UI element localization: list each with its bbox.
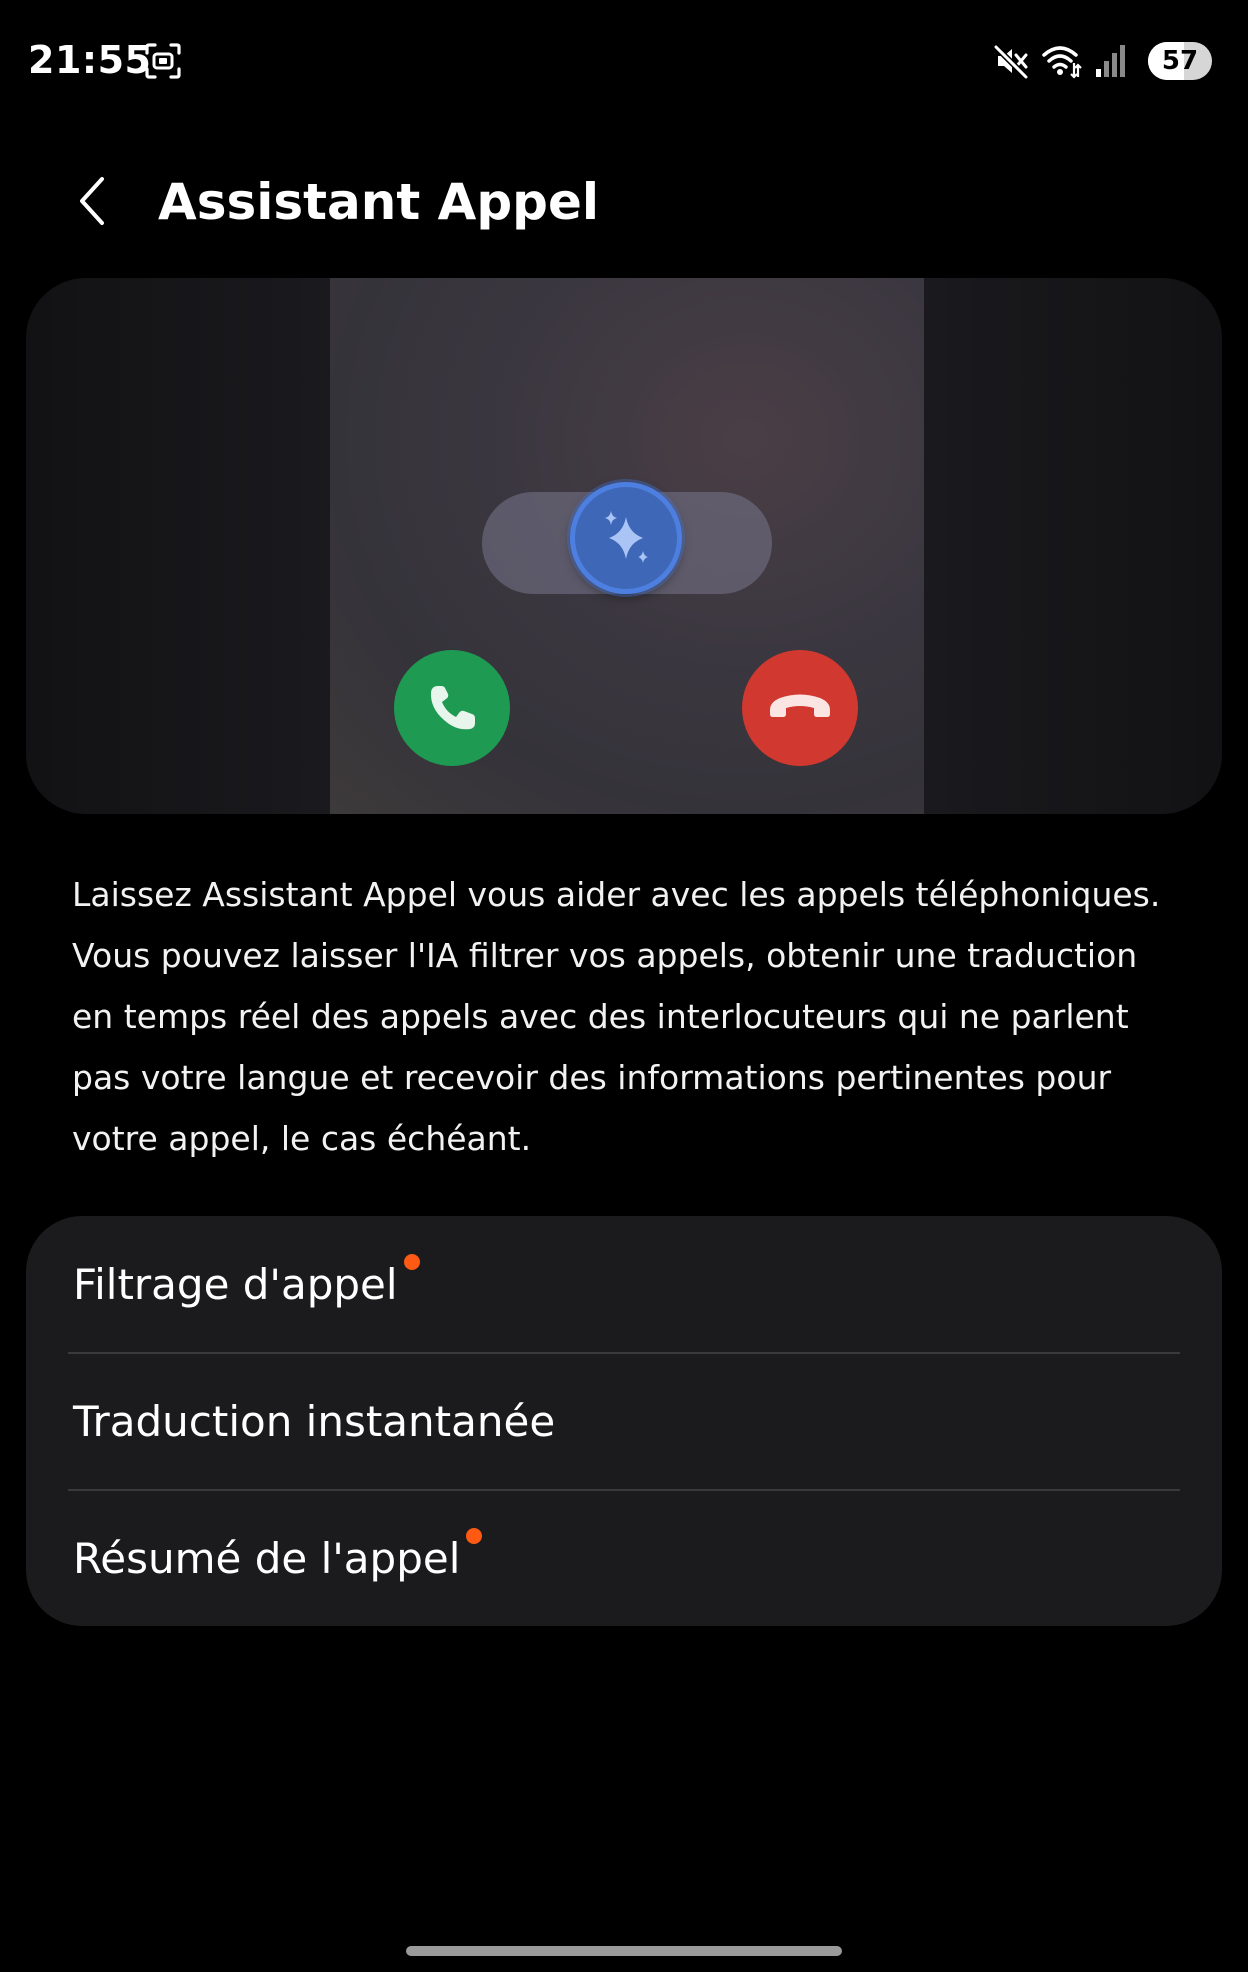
back-button[interactable] <box>64 166 120 236</box>
new-badge-dot <box>403 1253 420 1270</box>
accept-call-button <box>394 650 510 766</box>
ai-sparkle-icon <box>570 482 682 594</box>
feature-description: Laissez Assistant Appel vous aider avec … <box>72 875 1161 1158</box>
wifi-icon <box>1042 46 1082 79</box>
settings-item-label: Filtrage d'appel <box>73 1253 420 1309</box>
battery-icon: 57 <box>1148 42 1212 80</box>
screenshot-icon <box>145 43 181 79</box>
settings-item-call-summary[interactable]: Résumé de l'appel <box>26 1490 1222 1626</box>
status-icons: 57 <box>992 40 1212 82</box>
status-bar: 21:55 57 <box>0 0 1248 124</box>
decline-call-button <box>742 650 858 766</box>
home-indicator[interactable] <box>406 1946 842 1956</box>
new-badge-dot <box>466 1527 483 1544</box>
mute-icon <box>993 44 1029 80</box>
settings-item-label: Traduction instantanée <box>73 1396 556 1446</box>
settings-item-live-translate[interactable]: Traduction instantanée <box>26 1353 1222 1489</box>
phone-decline-icon <box>770 694 830 717</box>
battery-level: 57 <box>1161 46 1199 76</box>
signal-icon <box>1096 45 1125 77</box>
feature-illustration <box>26 278 1222 814</box>
chevron-left-icon <box>80 177 104 225</box>
settings-item-call-screening[interactable]: Filtrage d'appel <box>26 1216 1222 1352</box>
settings-item-label: Résumé de l'appel <box>73 1527 483 1583</box>
status-time: 21:55 <box>28 38 152 82</box>
settings-list: Filtrage d'appel Traduction instantanée … <box>26 1216 1222 1626</box>
incoming-call-screen <box>330 278 924 814</box>
page-title: Assistant Appel <box>158 173 599 231</box>
ai-answer-slider <box>482 482 772 594</box>
phone-accept-icon <box>430 686 475 730</box>
